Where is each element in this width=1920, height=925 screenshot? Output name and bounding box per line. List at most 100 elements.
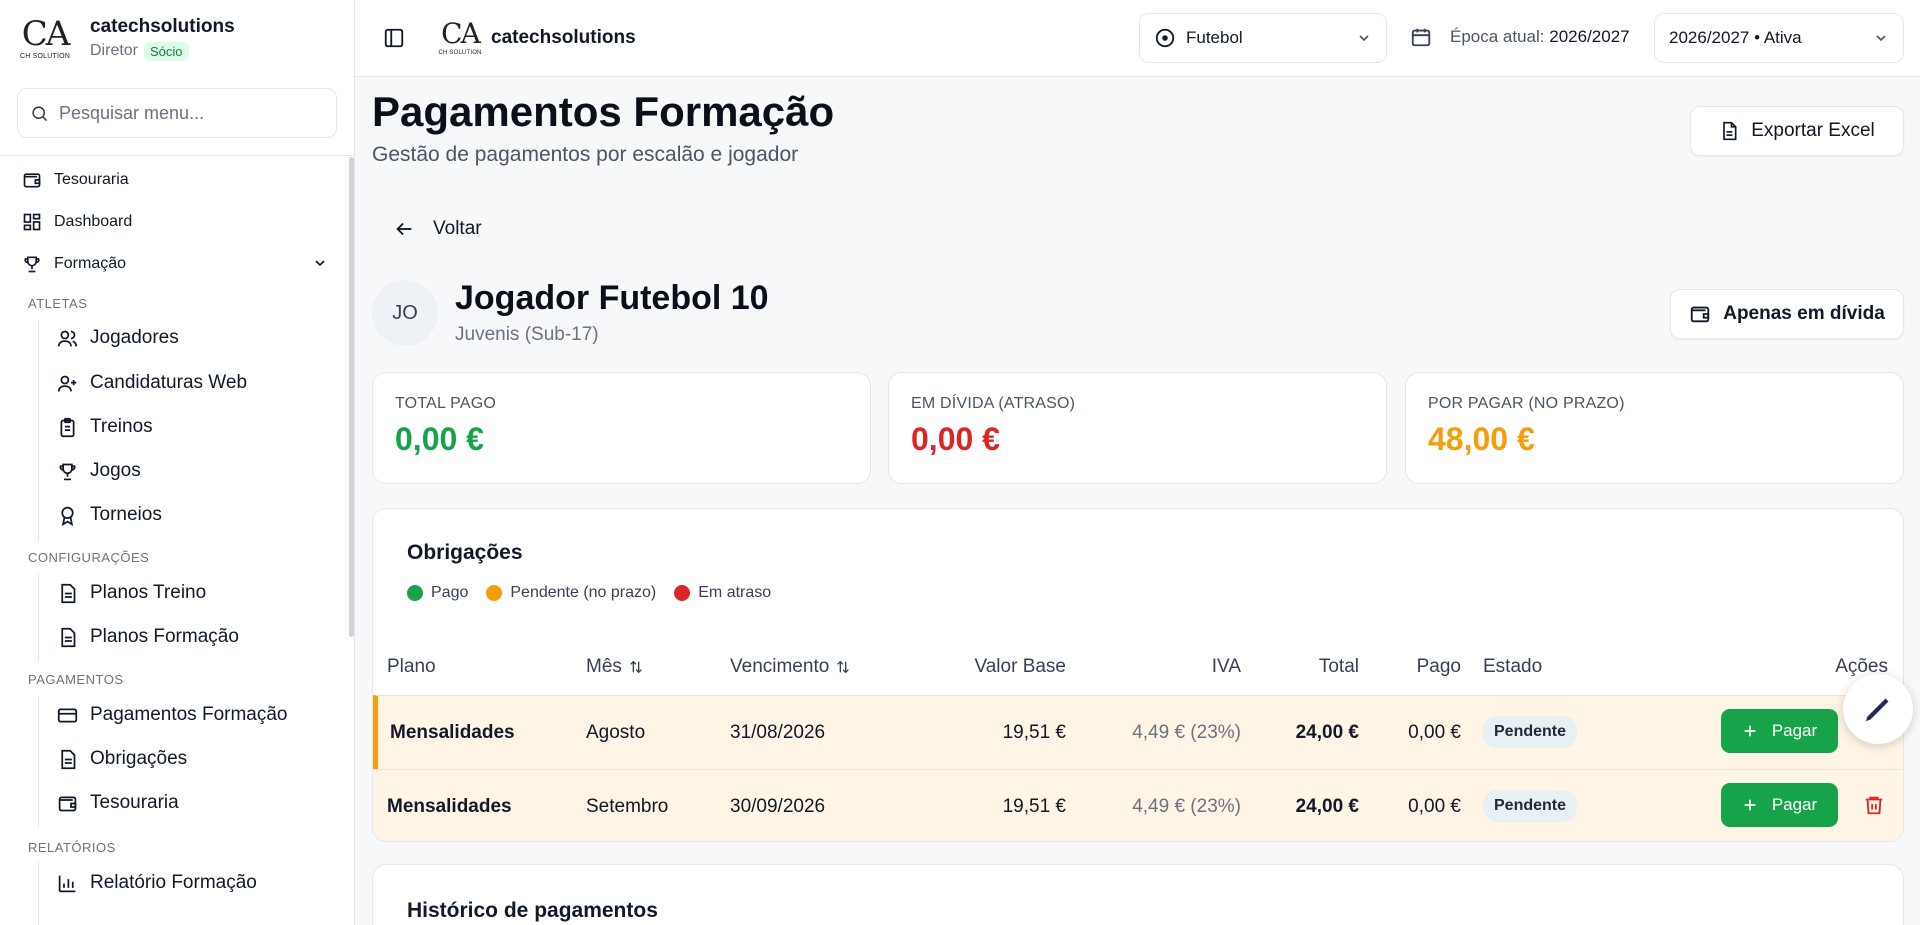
status-badge: Pendente	[1483, 716, 1578, 748]
column-header-estado: Estado	[1483, 656, 1542, 678]
column-label: Valor Base	[974, 656, 1066, 677]
export-excel-label: Exportar Excel	[1751, 120, 1875, 141]
cell-iva: 4,49 € (23%)	[1132, 722, 1241, 743]
column-label: Mês	[586, 656, 622, 677]
legend-dot	[674, 585, 691, 601]
sidebar-item-treinos[interactable]: Treinos	[57, 416, 153, 438]
sidebar-item-label: Tesouraria	[54, 171, 129, 188]
sport-select[interactable]: Futebol	[1139, 13, 1387, 63]
arrow-left-icon	[396, 222, 412, 236]
season-select-value: 2026/2027 • Ativa	[1669, 28, 1802, 47]
sidebar-item-tesouraria[interactable]: Tesouraria	[22, 170, 129, 190]
column-header-plano: Plano	[387, 656, 436, 678]
sidebar: CA CH SOLUTION catechsolutions Diretor S…	[0, 0, 355, 925]
pay-button[interactable]: Pagar	[1721, 783, 1838, 827]
legend-item-paid: Pago	[407, 584, 468, 602]
column-header-vencimento[interactable]: Vencimento	[730, 656, 851, 678]
dashboard-icon	[23, 213, 41, 231]
sort-icon	[837, 660, 850, 674]
season-value: 2026/2027	[1549, 27, 1630, 46]
season-select[interactable]: 2026/2027 • Ativa	[1654, 13, 1904, 63]
clipboard-icon	[60, 417, 75, 437]
section-label-relatorios: RELATÓRIOS	[28, 840, 116, 855]
sidebar-item-label: Formação	[54, 255, 127, 272]
calendar-icon	[1411, 28, 1431, 47]
file-icon	[61, 749, 76, 769]
cell-pago: 0,00 €	[1408, 796, 1461, 817]
table-row: Mensalidades Setembro 30/09/2026 19,51 €…	[373, 769, 1903, 841]
sidebar-item-pagamentos-formacao[interactable]: Pagamentos Formação	[57, 704, 288, 726]
column-label: Vencimento	[730, 656, 830, 677]
debt-filter-button[interactable]: Apenas em dívida	[1670, 289, 1904, 339]
wallet-icon	[1691, 306, 1710, 323]
menu-search-input[interactable]	[59, 102, 319, 124]
chevron-down-icon	[1359, 35, 1369, 42]
legend-label: Pendente (no prazo)	[510, 584, 657, 601]
current-season: Época atual: 2026/2027	[1410, 26, 1630, 48]
stat-label: EM DÍVIDA (ATRASO)	[911, 395, 1076, 412]
history-panel: Histórico de pagamentos	[372, 864, 1904, 925]
legend-dot	[486, 585, 503, 601]
brand[interactable]: CA CH SOLUTION catechsolutions Diretor S…	[16, 12, 235, 64]
sidebar-item-label: Tesouraria	[90, 792, 179, 813]
cell-vencimento: 30/09/2026	[730, 796, 826, 817]
cell-total: 24,00 €	[1295, 796, 1359, 817]
tree-line	[38, 696, 39, 828]
sidebar-item-planos-treino[interactable]: Planos Treino	[57, 582, 206, 604]
obligations-panel: Obrigações Pago Pendente (no prazo) Em a…	[372, 508, 1904, 842]
logo-letters: CA	[441, 17, 481, 50]
legend-item-overdue: Em atraso	[674, 584, 771, 602]
stat-label: TOTAL PAGO	[395, 395, 496, 412]
chevron-down-icon[interactable]	[312, 255, 328, 271]
legend-dot	[407, 585, 423, 601]
sidebar-divider	[0, 155, 354, 156]
sidebar-item-dashboard[interactable]: Dashboard	[22, 212, 132, 232]
sidebar-toggle-icon[interactable]	[383, 27, 405, 49]
top-brand[interactable]: CA CH SOLUTION catechsolutions	[437, 17, 636, 58]
sidebar-item-label: Planos Formação	[90, 626, 239, 647]
pay-button[interactable]: Pagar	[1721, 709, 1838, 753]
column-header-mes[interactable]: Mês	[586, 656, 644, 678]
cell-mes: Agosto	[586, 722, 646, 743]
stat-total-paid: TOTAL PAGO 0,00 €	[372, 372, 871, 484]
sidebar-item-planos-formacao[interactable]: Planos Formação	[57, 626, 239, 648]
cell-total: 24,00 €	[1295, 722, 1359, 743]
column-label: Estado	[1483, 656, 1543, 677]
brand-logo: CA CH SOLUTION	[16, 12, 74, 64]
file-spreadsheet-icon	[1723, 121, 1737, 141]
legend-item-pending: Pendente (no prazo)	[486, 584, 656, 602]
status-badge: Pendente	[1483, 790, 1578, 822]
column-label: Plano	[387, 656, 436, 677]
cell-iva: 4,49 € (23%)	[1132, 796, 1241, 817]
menu-search[interactable]	[17, 88, 337, 138]
search-icon	[32, 105, 48, 121]
back-button[interactable]: Voltar	[393, 218, 482, 240]
page-title: Pagamentos Formação	[372, 88, 835, 135]
sidebar-item-jogadores[interactable]: Jogadores	[57, 327, 179, 349]
credit-card-icon	[57, 708, 78, 722]
sidebar-item-label: Planos Treino	[90, 582, 207, 603]
export-excel-button[interactable]: Exportar Excel	[1690, 106, 1904, 156]
sidebar-item-label: Jogos	[90, 460, 141, 481]
back-label: Voltar	[433, 218, 482, 239]
sidebar-item-obrigacoes[interactable]: Obrigações	[57, 748, 187, 770]
trash-icon[interactable]	[1863, 794, 1885, 816]
sidebar-scrollbar[interactable]	[349, 157, 354, 637]
column-header-iva: IVA	[1173, 656, 1241, 678]
status-legend: Pago Pendente (no prazo) Em atraso	[407, 584, 771, 602]
sidebar-item-formacao[interactable]: Formação	[22, 254, 126, 274]
sidebar-item-torneios[interactable]: Torneios	[57, 504, 162, 526]
section-label-atletas: ATLETAS	[28, 296, 88, 311]
column-label: IVA	[1211, 656, 1241, 677]
sidebar-item-jogos[interactable]: Jogos	[57, 460, 141, 482]
stat-to-pay: POR PAGAR (NO PRAZO) 48,00 €	[1405, 372, 1904, 484]
sidebar-item-candidaturas[interactable]: Candidaturas Web	[57, 372, 247, 394]
top-brand-name: catechsolutions	[491, 27, 636, 48]
edit-fab-button[interactable]	[1843, 674, 1913, 744]
player-group: Juvenis (Sub-17)	[455, 324, 599, 345]
sidebar-item-tesouraria-sub[interactable]: Tesouraria	[57, 792, 179, 814]
sidebar-item-label: Obrigações	[90, 748, 188, 769]
cell-vencimento: 31/08/2026	[730, 722, 826, 743]
sidebar-item-relatorio-formacao[interactable]: Relatório Formação	[57, 872, 257, 894]
column-header-pago: Pago	[1403, 656, 1461, 678]
